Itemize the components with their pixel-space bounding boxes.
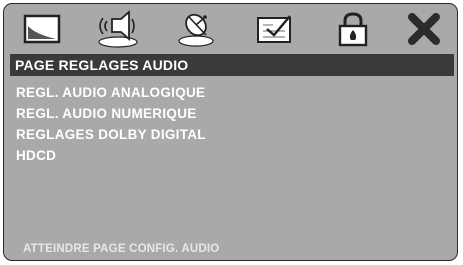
- setup-icon-toolbar: [4, 4, 457, 54]
- menu-item-analog-audio[interactable]: REGL. AUDIO ANALOGIQUE: [10, 82, 454, 103]
- video-setup-icon[interactable]: [174, 9, 218, 49]
- audio-settings-menu: REGL. AUDIO ANALOGIQUE REGL. AUDIO NUMER…: [10, 82, 454, 237]
- setup-menu-window: PAGE REGLAGES AUDIO REGL. AUDIO ANALOGIQ…: [3, 3, 458, 261]
- menu-item-hdcd[interactable]: HDCD: [10, 145, 454, 166]
- preference-setup-icon[interactable]: [253, 9, 297, 49]
- password-lock-icon[interactable]: [331, 9, 375, 49]
- menu-item-digital-audio[interactable]: REGL. AUDIO NUMERIQUE: [10, 103, 454, 124]
- exit-icon[interactable]: [402, 9, 446, 49]
- menu-item-dolby-digital[interactable]: REGLAGES DOLBY DIGITAL: [10, 124, 454, 145]
- status-hint: ATTEINDRE PAGE CONFIG. AUDIO: [23, 243, 220, 255]
- page-title: PAGE REGLAGES AUDIO: [10, 54, 454, 76]
- general-setup-icon[interactable]: [20, 9, 64, 49]
- audio-setup-icon[interactable]: [96, 9, 140, 49]
